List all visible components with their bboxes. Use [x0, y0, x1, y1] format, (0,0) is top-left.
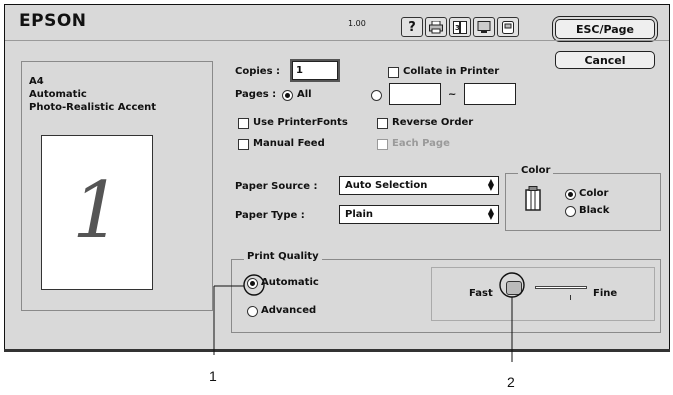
callout-circle-1 — [243, 274, 265, 296]
callout-circle-2 — [499, 272, 525, 298]
callout-number-1: 1 — [209, 368, 217, 384]
callout-number-2: 2 — [507, 374, 515, 390]
callout-overlay — [213, 272, 525, 362]
